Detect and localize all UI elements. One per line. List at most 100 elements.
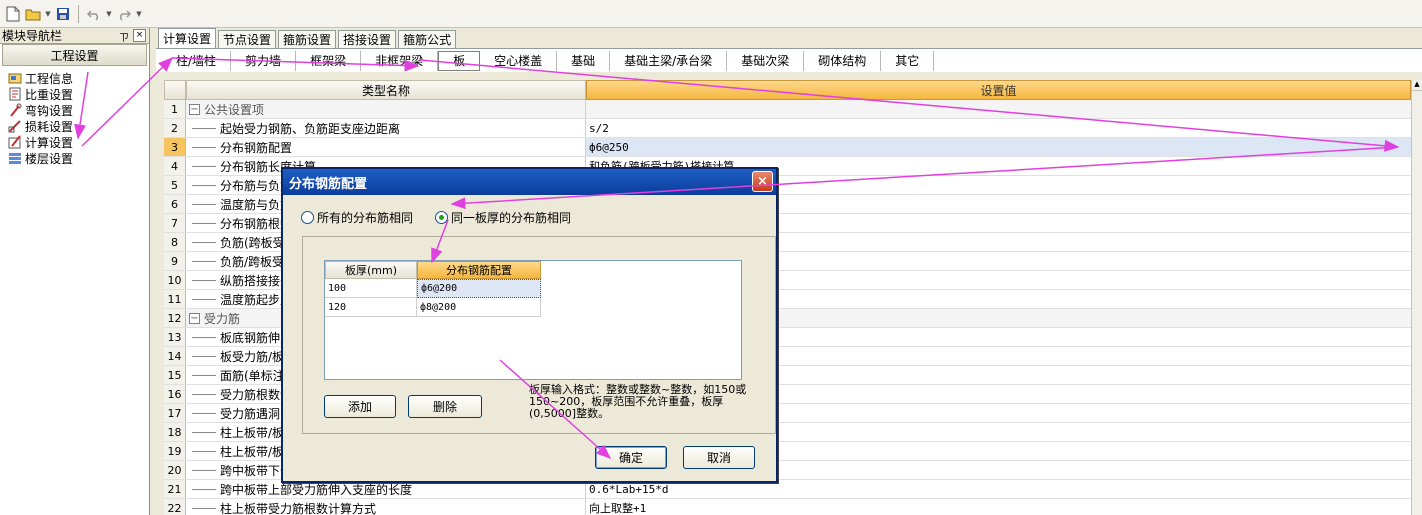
subtab-masonry[interactable]: 砌体结构	[804, 50, 882, 71]
tree-line	[192, 393, 216, 395]
config-cell[interactable]: ф6@200	[417, 279, 541, 298]
thickness-cell[interactable]: 120	[325, 298, 417, 317]
radio-all-same-dot[interactable]	[301, 211, 314, 224]
nav-item-floor-setting[interactable]: 楼层设置	[8, 150, 149, 166]
row-value[interactable]: s/2	[586, 119, 1411, 137]
row-value[interactable]	[586, 100, 1411, 118]
tree-line	[192, 165, 216, 167]
radio-same-thickness-dot[interactable]	[435, 211, 449, 224]
undo-dropdown-icon[interactable]: ▼	[105, 10, 113, 18]
row-index[interactable]: 10	[164, 271, 186, 289]
config-cell[interactable]: ф8@200	[417, 298, 541, 317]
subtab-column[interactable]: 柱/墙柱	[162, 50, 232, 71]
undo-icon[interactable]	[85, 5, 103, 23]
nav-item-hook-setting[interactable]: 弯钩设置	[8, 102, 149, 118]
sub-tabs: 柱/墙柱 剪力墙 框架梁 非框架梁 板 空心楼盖 基础 基础主梁/承台梁 基础次…	[156, 48, 1422, 72]
subtab-foundation[interactable]: 基础	[557, 50, 611, 71]
thickness-group-box: 板厚(mm) 分布钢筋配置 100 ф6@200 120 ф8@200 添加 删…	[302, 236, 776, 434]
table-row[interactable]: 1− 公共设置项	[164, 100, 1411, 119]
dialog-close-button[interactable]: ×	[752, 171, 773, 192]
col-header-name[interactable]: 类型名称	[186, 80, 586, 100]
new-file-icon[interactable]	[4, 5, 22, 23]
subtab-non-frame-beam[interactable]: 非框架梁	[361, 50, 439, 71]
nav-item-weight-setting[interactable]: 比重设置	[8, 86, 149, 102]
row-value[interactable]: ф6@250	[586, 138, 1411, 156]
nav-item-calc-setting[interactable]: 计算设置	[8, 134, 149, 150]
add-button[interactable]: 添加	[324, 395, 396, 418]
tab-lap-setting[interactable]: 搭接设置	[338, 30, 397, 48]
subtab-other[interactable]: 其它	[881, 50, 935, 71]
collapse-icon[interactable]: −	[189, 312, 200, 324]
col-header-config[interactable]: 分布钢筋配置	[417, 261, 541, 279]
subtab-slab[interactable]: 板	[438, 50, 481, 71]
row-index[interactable]: 8	[164, 233, 186, 251]
row-index[interactable]: 3	[164, 138, 186, 156]
row-index[interactable]: 1	[164, 100, 186, 118]
save-icon[interactable]	[54, 5, 72, 23]
row-index[interactable]: 9	[164, 252, 186, 270]
dialog-title-bar[interactable]: 分布钢筋配置 ×	[283, 169, 776, 195]
row-index[interactable]: 17	[164, 404, 186, 422]
row-index[interactable]: 12	[164, 309, 186, 327]
cancel-button[interactable]: 取消	[683, 446, 755, 469]
table-row[interactable]: 120 ф8@200	[325, 298, 741, 317]
thickness-cell[interactable]: 100	[325, 279, 417, 298]
redo-icon[interactable]	[115, 5, 133, 23]
collapse-icon[interactable]: −	[189, 103, 200, 115]
row-index[interactable]: 5	[164, 176, 186, 194]
row-index[interactable]: 2	[164, 119, 186, 137]
nav-item-loss-setting[interactable]: 损耗设置	[8, 118, 149, 134]
row-index[interactable]: 15	[164, 366, 186, 384]
row-index[interactable]: 18	[164, 423, 186, 441]
row-index[interactable]: 19	[164, 442, 186, 460]
delete-button[interactable]: 删除	[408, 395, 482, 418]
scroll-up-icon[interactable]: ▲	[1412, 80, 1422, 91]
tab-stirrup-setting[interactable]: 箍筋设置	[278, 30, 337, 48]
subtab-foundation-secondary-beam[interactable]: 基础次梁	[727, 50, 805, 71]
radio-all-same[interactable]: 所有的分布筋相同	[301, 209, 413, 226]
subtab-frame-beam[interactable]: 框架梁	[296, 50, 362, 71]
nav-section-header[interactable]: 工程设置	[2, 44, 147, 66]
table-row[interactable]: 100 ф6@200	[325, 279, 741, 298]
row-name-text: 柱上板带受力筋根数计算方式	[220, 501, 377, 515]
col-header-value[interactable]: 设置值	[586, 80, 1411, 100]
radio-same-thickness[interactable]: 同一板厚的分布筋相同	[435, 209, 571, 226]
ok-button[interactable]: 确定	[595, 446, 667, 469]
subtab-hollow-floor[interactable]: 空心楼盖	[480, 50, 558, 71]
row-index[interactable]: 21	[164, 480, 186, 498]
subtab-shear-wall[interactable]: 剪力墙	[231, 50, 297, 71]
calc-setting-icon	[8, 135, 21, 149]
nav-item-project-info[interactable]: 工程信息	[8, 70, 149, 86]
vertical-scrollbar[interactable]: ▲	[1411, 80, 1422, 515]
tree-line	[192, 146, 216, 148]
close-icon[interactable]: ×	[133, 29, 146, 42]
toolbar-separator	[78, 4, 79, 23]
tree-line	[192, 431, 216, 433]
subtab-foundation-main-beam[interactable]: 基础主梁/承台梁	[610, 50, 728, 71]
tab-node-setting[interactable]: 节点设置	[218, 30, 277, 48]
row-index[interactable]: 16	[164, 385, 186, 403]
open-folder-icon[interactable]	[24, 5, 42, 23]
row-name-text: 负筋(跨板受	[220, 235, 285, 250]
row-index[interactable]: 22	[164, 499, 186, 515]
col-header-thickness[interactable]: 板厚(mm)	[325, 261, 417, 279]
table-row[interactable]: 22 柱上板带受力筋根数计算方式 向上取整+1	[164, 499, 1411, 515]
table-row[interactable]: 3 分布钢筋配置 ф6@250	[164, 138, 1411, 157]
weight-setting-icon	[9, 87, 21, 101]
tab-calc-setting[interactable]: 计算设置	[158, 28, 217, 48]
row-index[interactable]: 11	[164, 290, 186, 308]
row-index[interactable]: 14	[164, 347, 186, 365]
row-value[interactable]: 向上取整+1	[586, 499, 1411, 515]
pin-icon[interactable]: ㄗ	[119, 29, 129, 44]
row-index[interactable]: 13	[164, 328, 186, 346]
tree-line	[192, 298, 216, 300]
row-index[interactable]: 6	[164, 195, 186, 213]
tab-stirrup-formula[interactable]: 箍筋公式	[398, 30, 457, 48]
redo-dropdown-icon[interactable]: ▼	[135, 10, 143, 18]
row-index[interactable]: 7	[164, 214, 186, 232]
table-row[interactable]: 2 起始受力钢筋、负筋距支座边距离 s/2	[164, 119, 1411, 138]
row-name-text: 柱上板带/板	[220, 425, 285, 440]
row-index[interactable]: 20	[164, 461, 186, 479]
open-dropdown-icon[interactable]: ▼	[44, 10, 52, 18]
row-index[interactable]: 4	[164, 157, 186, 175]
